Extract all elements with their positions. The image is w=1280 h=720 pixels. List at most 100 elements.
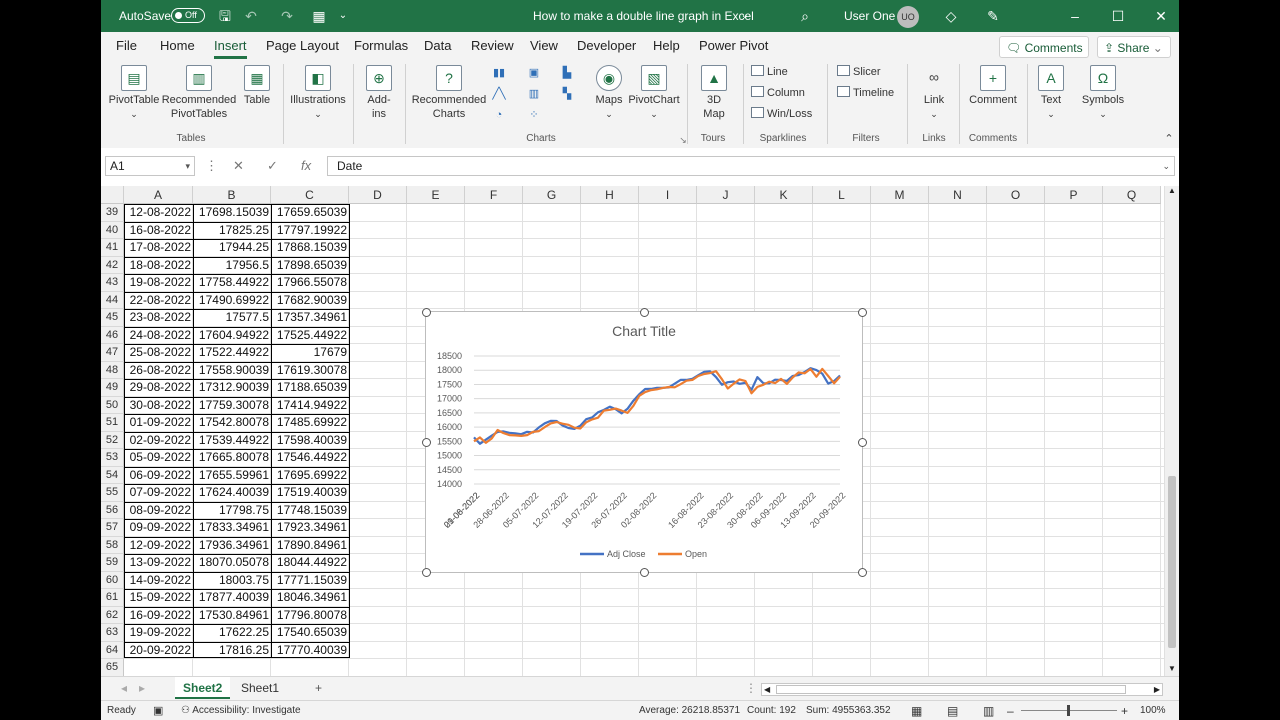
chart-resize-handle[interactable]: [858, 568, 867, 577]
table-cell[interactable]: 17655.59961: [193, 467, 271, 485]
table-cell[interactable]: 17619.30078: [271, 362, 349, 380]
table-cell[interactable]: 16-09-2022: [124, 607, 193, 625]
menu-help[interactable]: Help: [653, 32, 680, 60]
column-header-d[interactable]: D: [349, 186, 407, 204]
table-cell[interactable]: 17698.15039: [193, 204, 271, 222]
table-cell[interactable]: 17357.34961: [271, 309, 349, 327]
avatar[interactable]: UO: [897, 6, 919, 28]
series-line-adj-close[interactable]: [473, 367, 841, 445]
column-header-f[interactable]: F: [465, 186, 523, 204]
row-header[interactable]: 61: [101, 589, 124, 607]
table-cell[interactable]: 17796.80078: [271, 607, 349, 625]
macro-record-icon[interactable]: ▣: [153, 701, 163, 720]
table-cell[interactable]: 18044.44922: [271, 554, 349, 572]
minimize-icon[interactable]: –: [1065, 0, 1085, 32]
table-cell[interactable]: 17604.94922: [193, 327, 271, 345]
table-cell[interactable]: [193, 659, 271, 676]
table-cell[interactable]: 17771.15039: [271, 572, 349, 590]
chart-resize-handle[interactable]: [422, 308, 431, 317]
chart-resize-handle[interactable]: [858, 438, 867, 447]
table-cell[interactable]: 17758.44922: [193, 274, 271, 292]
row-header[interactable]: 65: [101, 659, 124, 676]
slicer-button[interactable]: Slicer: [837, 65, 881, 79]
table-cell[interactable]: 17525.44922: [271, 327, 349, 345]
row-header[interactable]: 47: [101, 344, 124, 362]
table-cell[interactable]: 12-09-2022: [124, 537, 193, 555]
pivotchart-button[interactable]: ▧ PivotChart ⌄: [627, 65, 681, 121]
pie-chart-icon[interactable]: ◔: [491, 108, 507, 122]
hierarchy-chart-icon[interactable]: ▣: [526, 66, 542, 80]
table-cell[interactable]: 13-09-2022: [124, 554, 193, 572]
sparkline-winloss-button[interactable]: Win/Loss: [751, 107, 812, 121]
table-cell[interactable]: 17877.40039: [193, 589, 271, 607]
user-name[interactable]: User One: [844, 0, 895, 32]
table-cell[interactable]: 25-08-2022: [124, 344, 193, 362]
chart-resize-handle[interactable]: [422, 438, 431, 447]
next-sheet-icon[interactable]: ▸: [131, 677, 153, 699]
menu-review[interactable]: Review: [471, 32, 514, 60]
menu-power-pivot[interactable]: Power Pivot: [699, 32, 768, 60]
column-header-h[interactable]: H: [581, 186, 639, 204]
table-cell[interactable]: 17519.40039: [271, 484, 349, 502]
table-cell[interactable]: 17956.5: [193, 257, 271, 275]
table-cell[interactable]: 17833.34961: [193, 519, 271, 537]
title-chevron-down-icon[interactable]: ⌄: [739, 0, 751, 32]
menu-formulas[interactable]: Formulas: [354, 32, 408, 60]
table-cell[interactable]: 18070.05078: [193, 554, 271, 572]
table-cell[interactable]: 17624.40039: [193, 484, 271, 502]
table-cell[interactable]: 17682.90039: [271, 292, 349, 310]
table-cell[interactable]: 17530.84961: [193, 607, 271, 625]
row-header[interactable]: 48: [101, 361, 124, 379]
row-header[interactable]: 51: [101, 414, 124, 432]
table-cell[interactable]: 05-09-2022: [124, 449, 193, 467]
line-chart-icon[interactable]: ╱╲: [491, 87, 507, 101]
addins-button[interactable]: ⊕ Add- ins: [359, 65, 399, 121]
table-cell[interactable]: 17868.15039: [271, 239, 349, 257]
column-header-b[interactable]: B: [193, 186, 271, 204]
row-header[interactable]: 58: [101, 536, 124, 554]
table-cell[interactable]: 17577.5: [193, 309, 271, 327]
table-cell[interactable]: 17659.65039: [271, 204, 349, 222]
menu-data[interactable]: Data: [424, 32, 451, 60]
table-cell[interactable]: 17770.40039: [271, 642, 349, 660]
sparkline-column-button[interactable]: Column: [751, 86, 805, 100]
row-header[interactable]: 40: [101, 221, 124, 239]
table-cell[interactable]: 17798.75: [193, 502, 271, 520]
chart-resize-handle[interactable]: [422, 568, 431, 577]
column-header-o[interactable]: O: [987, 186, 1045, 204]
table-cell[interactable]: 17936.34961: [193, 537, 271, 555]
recommended-charts-button[interactable]: ? Recommended Charts: [411, 65, 487, 121]
recommended-pivottables-button[interactable]: ▥ Recommended PivotTables: [161, 65, 237, 121]
horizontal-scrollbar[interactable]: ◀ ▶: [761, 683, 1163, 696]
diamond-icon[interactable]: ◇: [941, 0, 961, 32]
row-header[interactable]: 49: [101, 379, 124, 397]
maximize-icon[interactable]: ☐: [1108, 0, 1128, 32]
comment-button[interactable]: + Comment: [965, 65, 1021, 107]
column-header-p[interactable]: P: [1045, 186, 1103, 204]
table-cell[interactable]: 06-09-2022: [124, 467, 193, 485]
pen-icon[interactable]: ✎: [983, 0, 1003, 32]
menu-view[interactable]: View: [530, 32, 558, 60]
table-cell[interactable]: [271, 659, 349, 676]
name-box[interactable]: A1 ▾: [105, 156, 195, 176]
table-cell[interactable]: 19-08-2022: [124, 274, 193, 292]
row-header[interactable]: 46: [101, 326, 124, 344]
table-cell[interactable]: 19-09-2022: [124, 624, 193, 642]
row-header[interactable]: 59: [101, 554, 124, 572]
column-header-g[interactable]: G: [523, 186, 581, 204]
table-cell[interactable]: 18-08-2022: [124, 257, 193, 275]
menu-developer[interactable]: Developer: [577, 32, 636, 60]
column-header-q[interactable]: Q: [1103, 186, 1161, 204]
row-header[interactable]: 60: [101, 571, 124, 589]
illustrations-button[interactable]: ◧ Illustrations ⌄: [287, 65, 349, 121]
table-cell[interactable]: [124, 659, 193, 676]
maps-button[interactable]: ◉ Maps ⌄: [591, 65, 627, 121]
accessibility-status[interactable]: ⚇ Accessibility: Investigate: [181, 701, 301, 720]
scroll-right-icon[interactable]: ▶: [1154, 684, 1160, 695]
table-cell[interactable]: 29-08-2022: [124, 379, 193, 397]
line-chart[interactable]: Chart Title 14000 14500 15000 15500 16000 165…: [425, 311, 863, 573]
row-header[interactable]: 39: [101, 204, 124, 222]
row-header[interactable]: 63: [101, 624, 124, 642]
timeline-button[interactable]: Timeline: [837, 86, 894, 100]
table-cell[interactable]: 17759.30078: [193, 397, 271, 415]
